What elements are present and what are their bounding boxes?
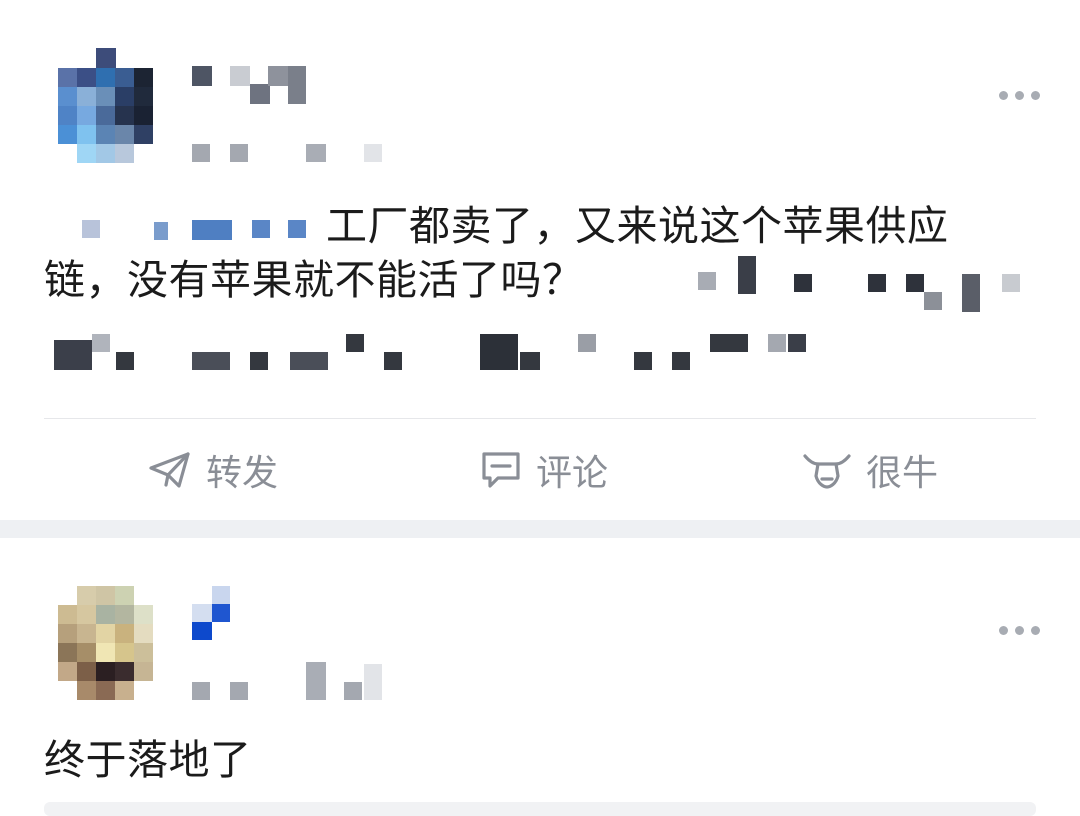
redacted-text <box>44 216 334 244</box>
post-text-line-2: 链，没有苹果就不能活了吗？ <box>44 256 584 304</box>
quoted-content-box[interactable] <box>44 802 1036 816</box>
redacted-text <box>614 252 1044 312</box>
author-name[interactable] <box>192 66 312 106</box>
post-actions: 转发 评论 很牛 <box>0 420 1080 520</box>
bull-icon <box>802 450 852 490</box>
feed-post-2: 终于落地了 <box>0 538 1080 816</box>
post-separator <box>0 520 1080 538</box>
more-options-icon[interactable] <box>999 626 1040 635</box>
post-text-line-1: 工厂都卖了，又来说这个苹果供应 <box>326 202 949 250</box>
post-text: 工厂都卖了，又来说这个苹果供应 链，没有苹果就不能活了吗？ <box>44 200 1044 390</box>
comment-icon <box>480 450 522 490</box>
like-label: 很牛 <box>866 453 939 494</box>
more-options-icon[interactable] <box>999 91 1040 100</box>
post-text-line-1: 终于落地了 <box>44 736 252 784</box>
divider <box>44 418 1036 419</box>
comment-label: 评论 <box>536 453 609 494</box>
repost-label: 转发 <box>206 453 279 494</box>
post-meta <box>192 144 392 164</box>
post-meta <box>192 662 392 702</box>
feed-post-1: 工厂都卖了，又来说这个苹果供应 链，没有苹果就不能活了吗？ 转发 评论 很牛 <box>0 0 1080 520</box>
author-name[interactable] <box>192 586 252 646</box>
post-text: 终于落地了 <box>44 734 644 790</box>
redacted-text <box>44 326 824 376</box>
repost-icon <box>148 450 192 490</box>
avatar[interactable] <box>58 586 154 702</box>
comment-button[interactable]: 评论 <box>480 420 608 520</box>
like-button[interactable]: 很牛 <box>802 420 938 520</box>
avatar[interactable] <box>58 48 154 164</box>
repost-button[interactable]: 转发 <box>148 420 278 520</box>
